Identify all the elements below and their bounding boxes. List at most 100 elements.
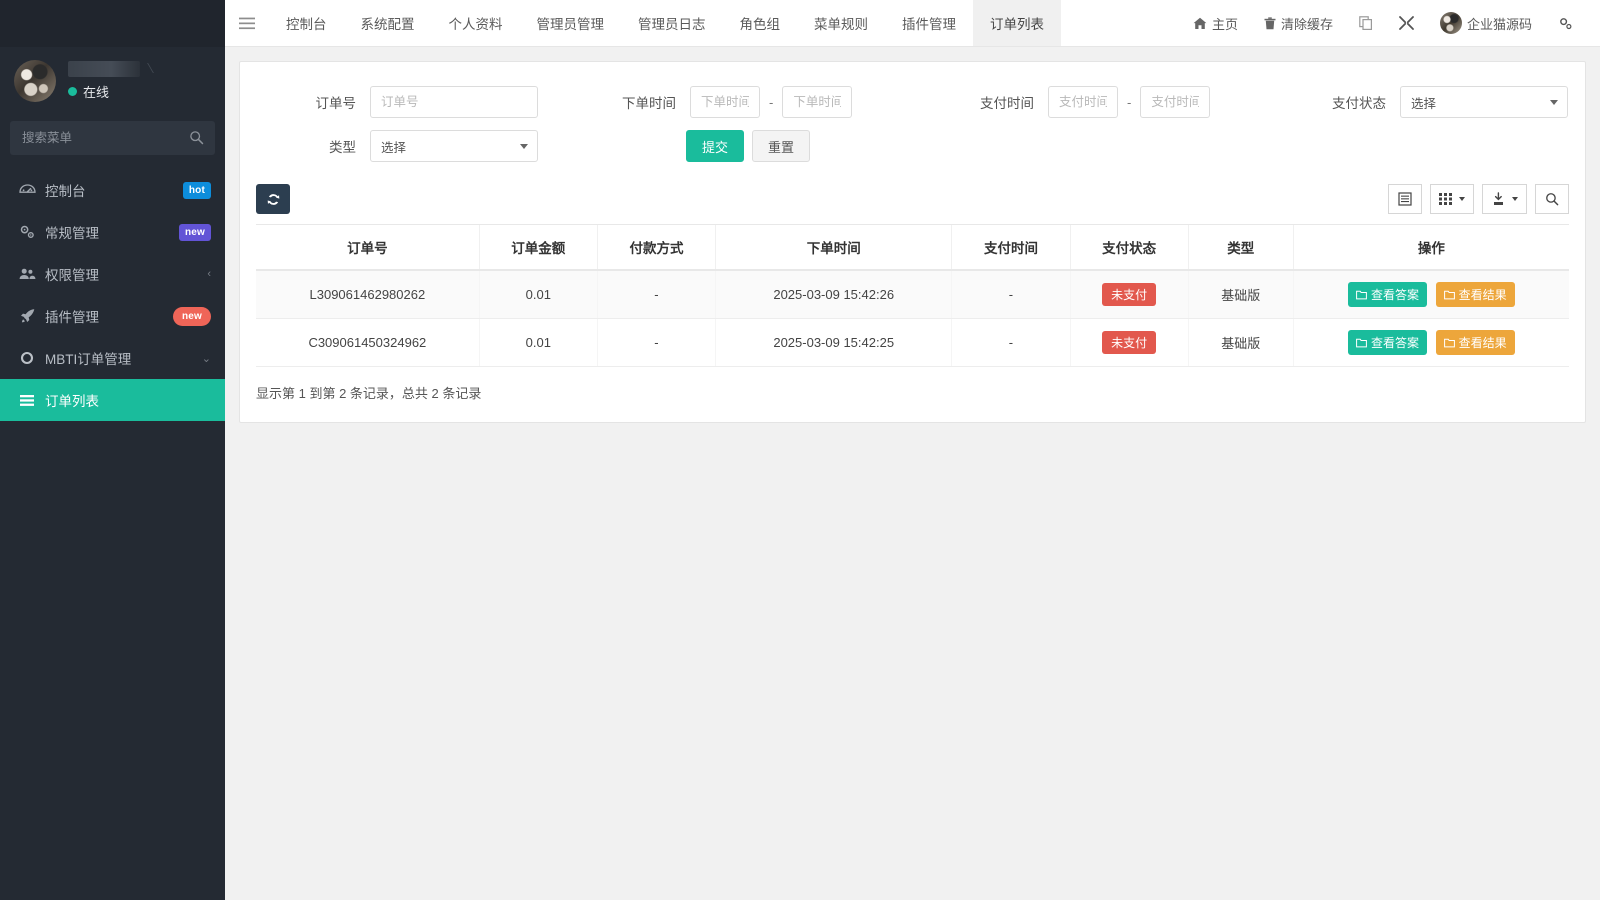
toolbar-group-2	[1430, 184, 1474, 214]
view-result-label: 查看结果	[1459, 286, 1507, 303]
username-redacted	[68, 61, 140, 77]
chevron-left-icon: ‹	[207, 268, 211, 280]
submit-button[interactable]: 提交	[686, 130, 744, 162]
sidebar-item-permission-management[interactable]: 权限管理 ‹	[0, 253, 225, 295]
chevron-down-icon	[1512, 197, 1518, 201]
table-footer-info: 显示第 1 到第 2 条记录，总共 2 条记录	[240, 367, 1585, 422]
tab-plugin-management[interactable]: 插件管理	[885, 0, 973, 46]
field-order-time: 下单时间 -	[560, 86, 940, 118]
field-pay-status: 支付状态 选择	[1280, 86, 1580, 118]
cell-order-time: 2025-03-09 15:42:26	[716, 270, 952, 319]
table-row[interactable]: C309061450324962 0.01 - 2025-03-09 15:42…	[256, 319, 1569, 367]
fullscreen-button[interactable]	[1386, 0, 1427, 47]
toolbar-right-buttons	[1388, 184, 1569, 214]
search-form: 订单号 下单时间 - 支付时间 - 支付状态	[240, 62, 1585, 176]
type-label: 类型	[240, 136, 370, 156]
view-answer-label: 查看答案	[1371, 286, 1419, 303]
sidebar-search-wrap	[0, 121, 225, 155]
search-form-row-2: 类型 选择 提交 重置	[240, 124, 1585, 168]
status-badge: 未支付	[1102, 331, 1156, 354]
home-icon	[1193, 17, 1207, 30]
tab-profile[interactable]: 个人资料	[432, 0, 520, 46]
online-status-dot	[68, 87, 77, 96]
home-button[interactable]: 主页	[1180, 0, 1251, 47]
tab-order-list[interactable]: 订单列表	[973, 0, 1061, 46]
cell-pay-method: -	[597, 319, 715, 367]
cell-order-time: 2025-03-09 15:42:25	[716, 319, 952, 367]
view-answer-button[interactable]: 查看答案	[1348, 330, 1427, 355]
clear-cache-button[interactable]: 清除缓存	[1251, 0, 1346, 47]
list-icon	[18, 392, 36, 408]
order-no-input[interactable]	[370, 86, 538, 118]
type-value: 选择	[381, 137, 406, 156]
field-type: 类型 选择	[240, 130, 560, 162]
toolbar-group-1	[1388, 184, 1422, 214]
order-time-from-input[interactable]	[690, 86, 760, 118]
view-result-label: 查看结果	[1459, 334, 1507, 351]
col-actions: 操作	[1293, 225, 1569, 271]
nav-right-actions: 主页 清除缓存 企业猫源码	[1180, 0, 1600, 46]
cell-pay-status: 未支付	[1070, 319, 1188, 367]
pay-time-from-input[interactable]	[1048, 86, 1118, 118]
table-body: L309061462980262 0.01 - 2025-03-09 15:42…	[256, 270, 1569, 367]
view-answer-label: 查看答案	[1371, 334, 1419, 351]
sidebar-item-dashboard[interactable]: 控制台 hot	[0, 169, 225, 211]
refresh-icon	[266, 192, 281, 207]
list-view-button[interactable]	[1388, 184, 1422, 214]
tab-role-group[interactable]: 角色组	[723, 0, 798, 46]
refresh-button[interactable]	[256, 184, 290, 214]
copy-button[interactable]	[1346, 0, 1386, 47]
pay-time-to-input[interactable]	[1140, 86, 1210, 118]
cell-amount: 0.01	[479, 319, 597, 367]
sidebar-item-mbti-order-management[interactable]: MBTI订单管理 ⌄	[0, 337, 225, 379]
form-actions: 提交 重置	[560, 130, 810, 162]
order-time-to-input[interactable]	[782, 86, 852, 118]
reset-button[interactable]: 重置	[752, 130, 810, 162]
view-result-button[interactable]: 查看结果	[1436, 330, 1515, 355]
settings-button[interactable]	[1545, 0, 1586, 47]
table-row[interactable]: L309061462980262 0.01 - 2025-03-09 15:42…	[256, 270, 1569, 319]
search-icon	[189, 130, 204, 145]
order-time-label: 下单时间	[560, 92, 690, 112]
tab-menu-rules[interactable]: 菜单规则	[797, 0, 885, 46]
content-area: 订单号 下单时间 - 支付时间 - 支付状态	[225, 47, 1600, 900]
cell-type: 基础版	[1188, 319, 1293, 367]
table-search-button[interactable]	[1535, 184, 1569, 214]
export-icon	[1491, 192, 1506, 206]
hamburger-icon[interactable]	[225, 0, 269, 46]
tab-admin-management[interactable]: 管理员管理	[520, 0, 622, 46]
chevron-down-icon	[520, 144, 528, 149]
cell-pay-method: -	[597, 270, 715, 319]
clear-cache-label: 清除缓存	[1281, 14, 1333, 33]
sidebar-badge-new-red: new	[173, 307, 211, 326]
sidebar-logo-bar	[0, 0, 225, 47]
rocket-icon	[18, 308, 36, 324]
sidebar-item-label: MBTI订单管理	[45, 348, 202, 368]
circle-icon	[18, 350, 36, 366]
trash-icon	[1264, 17, 1276, 30]
view-result-button[interactable]: 查看结果	[1436, 282, 1515, 307]
account-menu[interactable]: 企业猫源码	[1427, 0, 1545, 47]
tab-admin-log[interactable]: 管理员日志	[621, 0, 723, 46]
export-button[interactable]	[1482, 184, 1527, 214]
sidebar-user-block[interactable]: 在线	[0, 47, 225, 119]
pay-status-label: 支付状态	[1280, 92, 1400, 112]
copy-icon	[1359, 16, 1373, 30]
columns-toggle-button[interactable]	[1430, 184, 1474, 214]
tab-system-config[interactable]: 系统配置	[344, 0, 432, 46]
folder-icon	[1356, 290, 1367, 300]
sidebar-item-plugin-management[interactable]: 插件管理 new	[0, 295, 225, 337]
pay-status-select[interactable]: 选择	[1400, 86, 1568, 118]
cell-amount: 0.01	[479, 270, 597, 319]
tab-dashboard[interactable]: 控制台	[269, 0, 344, 46]
pay-status-value: 选择	[1411, 93, 1436, 112]
folder-icon	[1356, 338, 1367, 348]
view-answer-button[interactable]: 查看答案	[1348, 282, 1427, 307]
sidebar-item-label: 控制台	[45, 180, 183, 200]
sidebar-item-order-list[interactable]: 订单列表	[0, 379, 225, 421]
search-input[interactable]	[10, 121, 215, 155]
menu-search-box[interactable]	[10, 121, 215, 155]
cell-pay-time: -	[952, 319, 1070, 367]
type-select[interactable]: 选择	[370, 130, 538, 162]
sidebar-item-general-management[interactable]: 常规管理 new	[0, 211, 225, 253]
